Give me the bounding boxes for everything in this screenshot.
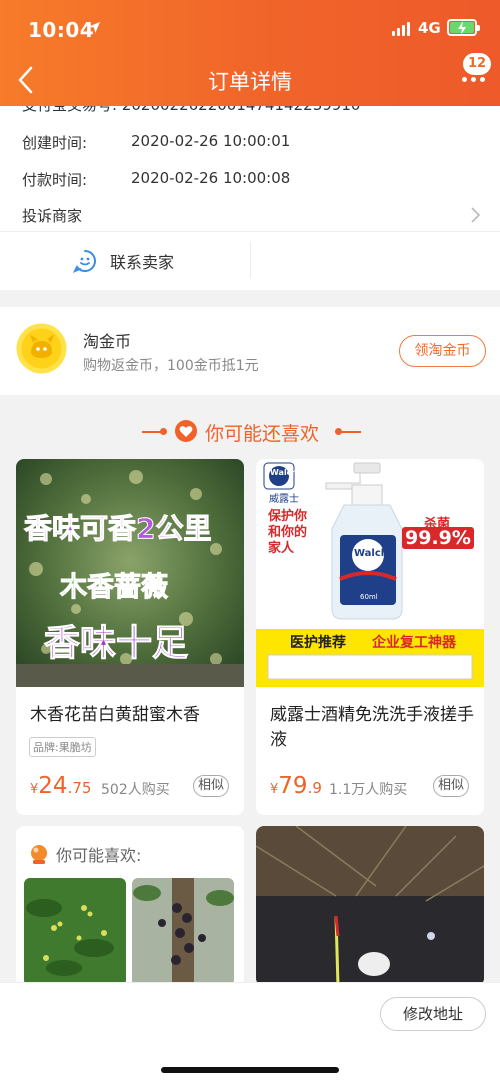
location-arrow-icon [89, 22, 100, 33]
similar-button[interactable]: 相似 [433, 775, 469, 797]
status-bar: 10:04 4G [0, 14, 500, 44]
signal-icon [392, 20, 410, 36]
nav-header: 10:04 4G 订单详情 12 [0, 0, 500, 106]
sales-count: 502人购买 [101, 782, 170, 798]
brand-cn: 威露士 [269, 494, 299, 505]
product-image: Walch 威露士 保护你 和你的 家人 Walch 60ml 杀菌 99.9%… [256, 459, 484, 687]
slogan: 保护你 和你的 家人 [268, 509, 308, 556]
thumbnail-image[interactable] [24, 878, 126, 986]
paid-time-value: 2020-02-26 10:00:08 [131, 169, 291, 187]
product-title: 威露士酒精免洗洗手液搓手液 [270, 705, 474, 750]
claim-coin-button[interactable]: 领淘金币 [399, 335, 486, 367]
product-card[interactable]: 香味可香2公里 木香蔷薇 香味十足 木香花苗白黄甜蜜木香 品牌:果脆坊 ¥24.… [16, 459, 244, 815]
recommend-heading-text: 你可能还喜欢 [205, 423, 320, 445]
battery-icon [447, 19, 480, 36]
banner-left: 医护推荐 [290, 635, 346, 651]
page-title: 订单详情 [208, 70, 292, 94]
recommend-heading: 你可能还喜欢 [0, 416, 500, 446]
contact-seller-label: 联系卖家 [110, 253, 175, 272]
kill-percent: 99.9% [402, 527, 474, 549]
paid-time-row: 付款时间: 2020-02-26 10:00:08 [22, 169, 290, 190]
banner-right: 企业复工神器 [372, 635, 456, 651]
product-image [256, 826, 484, 986]
you-may-like-title: 你可能喜欢: [56, 846, 142, 865]
modify-address-button[interactable]: 修改地址 [380, 997, 486, 1031]
product-price: ¥24.75 [30, 773, 92, 799]
paid-time-label: 付款时间: [22, 171, 88, 189]
status-time: 10:04 [28, 18, 95, 42]
coin-title: 淘金币 [83, 332, 132, 351]
chat-bubble-icon [72, 250, 96, 273]
bottle-volume: 60ml [360, 593, 378, 601]
created-time-value: 2020-02-26 10:00:01 [131, 132, 291, 150]
message-badge: 12 [463, 53, 491, 75]
product-card[interactable]: Walch 威露士 保护你 和你的 家人 Walch 60ml 杀菌 99.9%… [256, 459, 484, 815]
product-card[interactable] [256, 826, 484, 986]
complain-merchant-row[interactable]: 投诉商家 [22, 205, 82, 226]
coin-subtitle: 购物返金币，100金币抵1元 [83, 358, 259, 374]
crystal-ball-icon [31, 845, 47, 864]
contact-seller-button[interactable]: 联系卖家 [72, 246, 174, 276]
chevron-right-icon [471, 207, 481, 223]
you-may-like-card[interactable]: 你可能喜欢: [16, 826, 244, 986]
product-image: 香味可香2公里 木香蔷薇 香味十足 [16, 459, 244, 687]
created-time-row: 创建时间: 2020-02-26 10:00:01 [22, 132, 290, 153]
complain-merchant-label: 投诉商家 [22, 207, 83, 225]
you-may-like-header: 你可能喜欢: [28, 842, 141, 866]
image-caption-2: 木香蔷薇 [60, 572, 169, 604]
network-type: 4G [418, 19, 441, 37]
brand-logo: Walch [270, 468, 298, 477]
order-info-card: 支付宝交易号: 2020022622001474142239910 创建时间: … [0, 92, 500, 290]
bottle-brand: Walch [354, 548, 388, 559]
heart-icon [175, 420, 197, 442]
thumbnail-image[interactable] [132, 878, 234, 986]
bottom-action-bar: 修改地址 [0, 982, 500, 1083]
brand-tag: 品牌:果脆坊 [29, 737, 96, 757]
taobao-coin-card: 淘金币 购物返金币，100金币抵1元 领淘金币 [0, 307, 500, 395]
product-price: ¥79.9 [270, 773, 322, 799]
vertical-divider [250, 242, 251, 278]
home-indicator [161, 1067, 339, 1073]
similar-button[interactable]: 相似 [193, 775, 229, 797]
sales-count: 1.1万人购买 [329, 782, 408, 798]
product-title: 木香花苗白黄甜蜜木香 [30, 705, 200, 725]
gold-coin-icon [16, 323, 67, 374]
image-caption-3: 香味十足 [43, 623, 189, 665]
image-caption-1: 香味可香2公里 [23, 512, 212, 546]
created-time-label: 创建时间: [22, 134, 88, 152]
more-icon [462, 77, 485, 82]
divider [0, 231, 500, 232]
